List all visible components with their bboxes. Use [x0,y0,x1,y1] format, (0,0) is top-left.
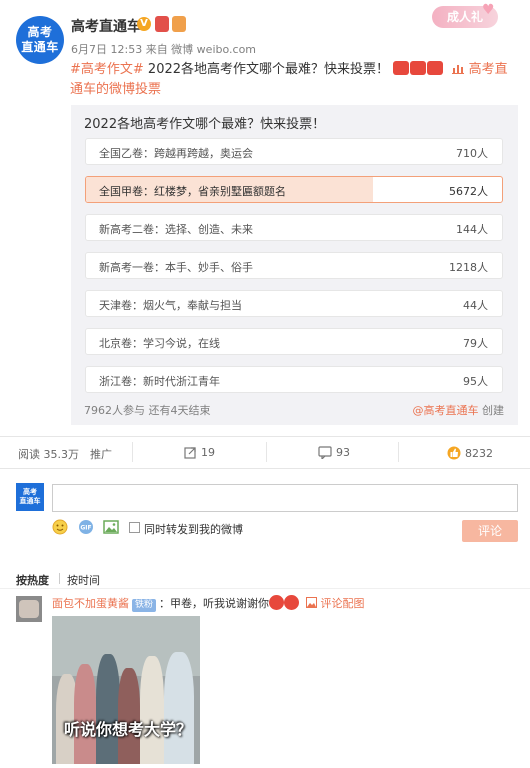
sort-by-time-tab[interactable]: 按时间 [67,572,100,588]
author-name[interactable]: 高考直通车 [71,16,141,36]
repost-checkbox-label: 同时转发到我的微博 [144,523,243,536]
like-icon [447,446,461,460]
comment-button[interactable]: 93 [318,446,350,459]
commenter-name[interactable]: 面包不加蛋黄酱 [52,597,129,610]
repost-count: 19 [201,446,215,459]
post-body-text: 2022各地高考作文哪个最难？快来投票！ [143,62,390,77]
vote-option-label: 新高考二卷：选择、创造、未来 [99,223,253,236]
my-avatar-text-line1: 高考 [23,488,37,496]
vote-participants: 7962人参与 还有4天结束 [84,404,211,417]
creator-suffix: 创建 [478,404,504,417]
vote-option-count: 95人 [463,375,488,388]
divider [398,442,399,462]
chart-icon [452,65,465,74]
fire-emoji-icon [393,61,410,75]
vote-option-label: 浙江卷：新时代浙江青年 [99,375,220,388]
author-avatar[interactable]: 高考 直通车 [16,16,64,64]
hashtag-link[interactable]: #高考作文# [70,62,144,77]
emoji-icons [393,61,444,77]
vote-option-label: 新高考一卷：本手、妙手、俗手 [99,261,253,274]
fan-badge-icon[interactable] [172,16,186,32]
read-count: 阅读 35.3万 [18,448,79,461]
comment-line: 面包不加蛋黄酱 铁粉 ：甲卷，听我说谢谢你 评论配图 [52,595,365,612]
my-avatar[interactable]: 高考 直通车 [16,483,44,511]
submit-comment-button[interactable]: 评论 [462,520,518,542]
commenter-avatar[interactable] [16,596,42,622]
divider [0,468,530,469]
vote-card: 2022各地高考作文哪个最难？快来投票！ 全国乙卷：跨越再跨越，奥运会 710人全… [71,105,518,425]
vote-title: 2022各地高考作文哪个最难？快来投票！ [84,117,326,132]
vote-option[interactable]: 新高考二卷：选择、创造、未来 144人 [85,214,503,241]
vote-creator: @高考直通车 创建 [413,402,505,418]
repost-checkbox[interactable] [129,522,140,533]
divider [132,442,133,462]
comment-count: 93 [336,446,350,459]
vote-option-count: 44人 [463,299,488,312]
vote-option-count: 79人 [463,337,488,350]
member-badge-icon[interactable] [155,16,169,32]
image-icon[interactable] [103,519,119,535]
balloon-icon: ♥ [482,2,495,18]
svg-text:GIF: GIF [80,525,91,532]
comment-input[interactable] [52,484,518,512]
vote-option-label: 全国乙卷：跨越再跨越，奥运会 [99,147,253,160]
emoji-icon [269,595,285,610]
repost-button[interactable]: 19 [184,446,215,459]
emoji-icon[interactable] [52,519,68,535]
emoji-icon [284,595,300,610]
fire-emoji-icon [410,61,427,75]
promote-button[interactable]: 推广 [90,446,112,462]
divider [0,588,530,589]
vote-option[interactable]: 新高考一卷：本手、妙手、俗手 1218人 [85,252,503,279]
vote-option[interactable]: 北京卷：学习今说，在线 79人 [85,328,503,355]
vote-option[interactable]: 浙江卷：新时代浙江青年 95人 [85,366,503,393]
avatar-text-line1: 高考 [27,25,53,39]
like-button[interactable]: 8232 [447,446,493,460]
vote-option[interactable]: 全国乙卷：跨越再跨越，奥运会 710人 [85,138,503,165]
fire-emoji-icon [427,61,444,75]
fan-badge: 铁粉 [132,599,157,612]
avatar-text-line2: 直通车 [21,40,59,54]
comment-picture-link[interactable]: 评论配图 [321,597,365,610]
my-avatar-text-line2: 直通车 [19,497,41,505]
vote-option[interactable]: 全国甲卷：红楼梦，省亲别墅匾额题名 5672人 [85,176,503,203]
post-meta: 6月7日 12:53 来自 微博 weibo.com [71,43,257,56]
vote-option-count: 710人 [456,147,488,160]
vote-option[interactable]: 天津卷：烟火气，奉献与担当 44人 [85,290,503,317]
like-count: 8232 [465,447,493,460]
verified-icon: V [137,17,151,31]
vote-option-count: 1218人 [449,261,488,274]
sort-by-hot-tab[interactable]: 按热度 [16,572,49,588]
vote-option-count: 5672人 [449,185,488,198]
repost-icon [184,447,196,459]
vote-option-label: 全国甲卷：红楼梦，省亲别墅匾额题名 [99,185,286,198]
comment-image-caption: 听说你想考大学？ [64,720,193,739]
picture-icon [306,597,318,608]
divider [59,573,60,584]
creator-link[interactable]: @高考直通车 [413,404,479,417]
comment-icon [318,446,332,459]
divider [0,436,530,437]
comment-text: ：甲卷，听我说谢谢你 [159,597,270,610]
comment-image[interactable]: 听说你想考大学？ [52,616,200,764]
vote-option-count: 144人 [456,223,488,236]
gif-icon[interactable]: GIF [78,519,94,535]
vote-option-label: 北京卷：学习今说，在线 [99,337,220,350]
vote-option-label: 天津卷：烟火气，奉献与担当 [99,299,242,312]
divider [266,442,267,462]
post-body: #高考作文# 2022各地高考作文哪个最难？快来投票！ 高考直通车的微博投票 [70,60,520,100]
